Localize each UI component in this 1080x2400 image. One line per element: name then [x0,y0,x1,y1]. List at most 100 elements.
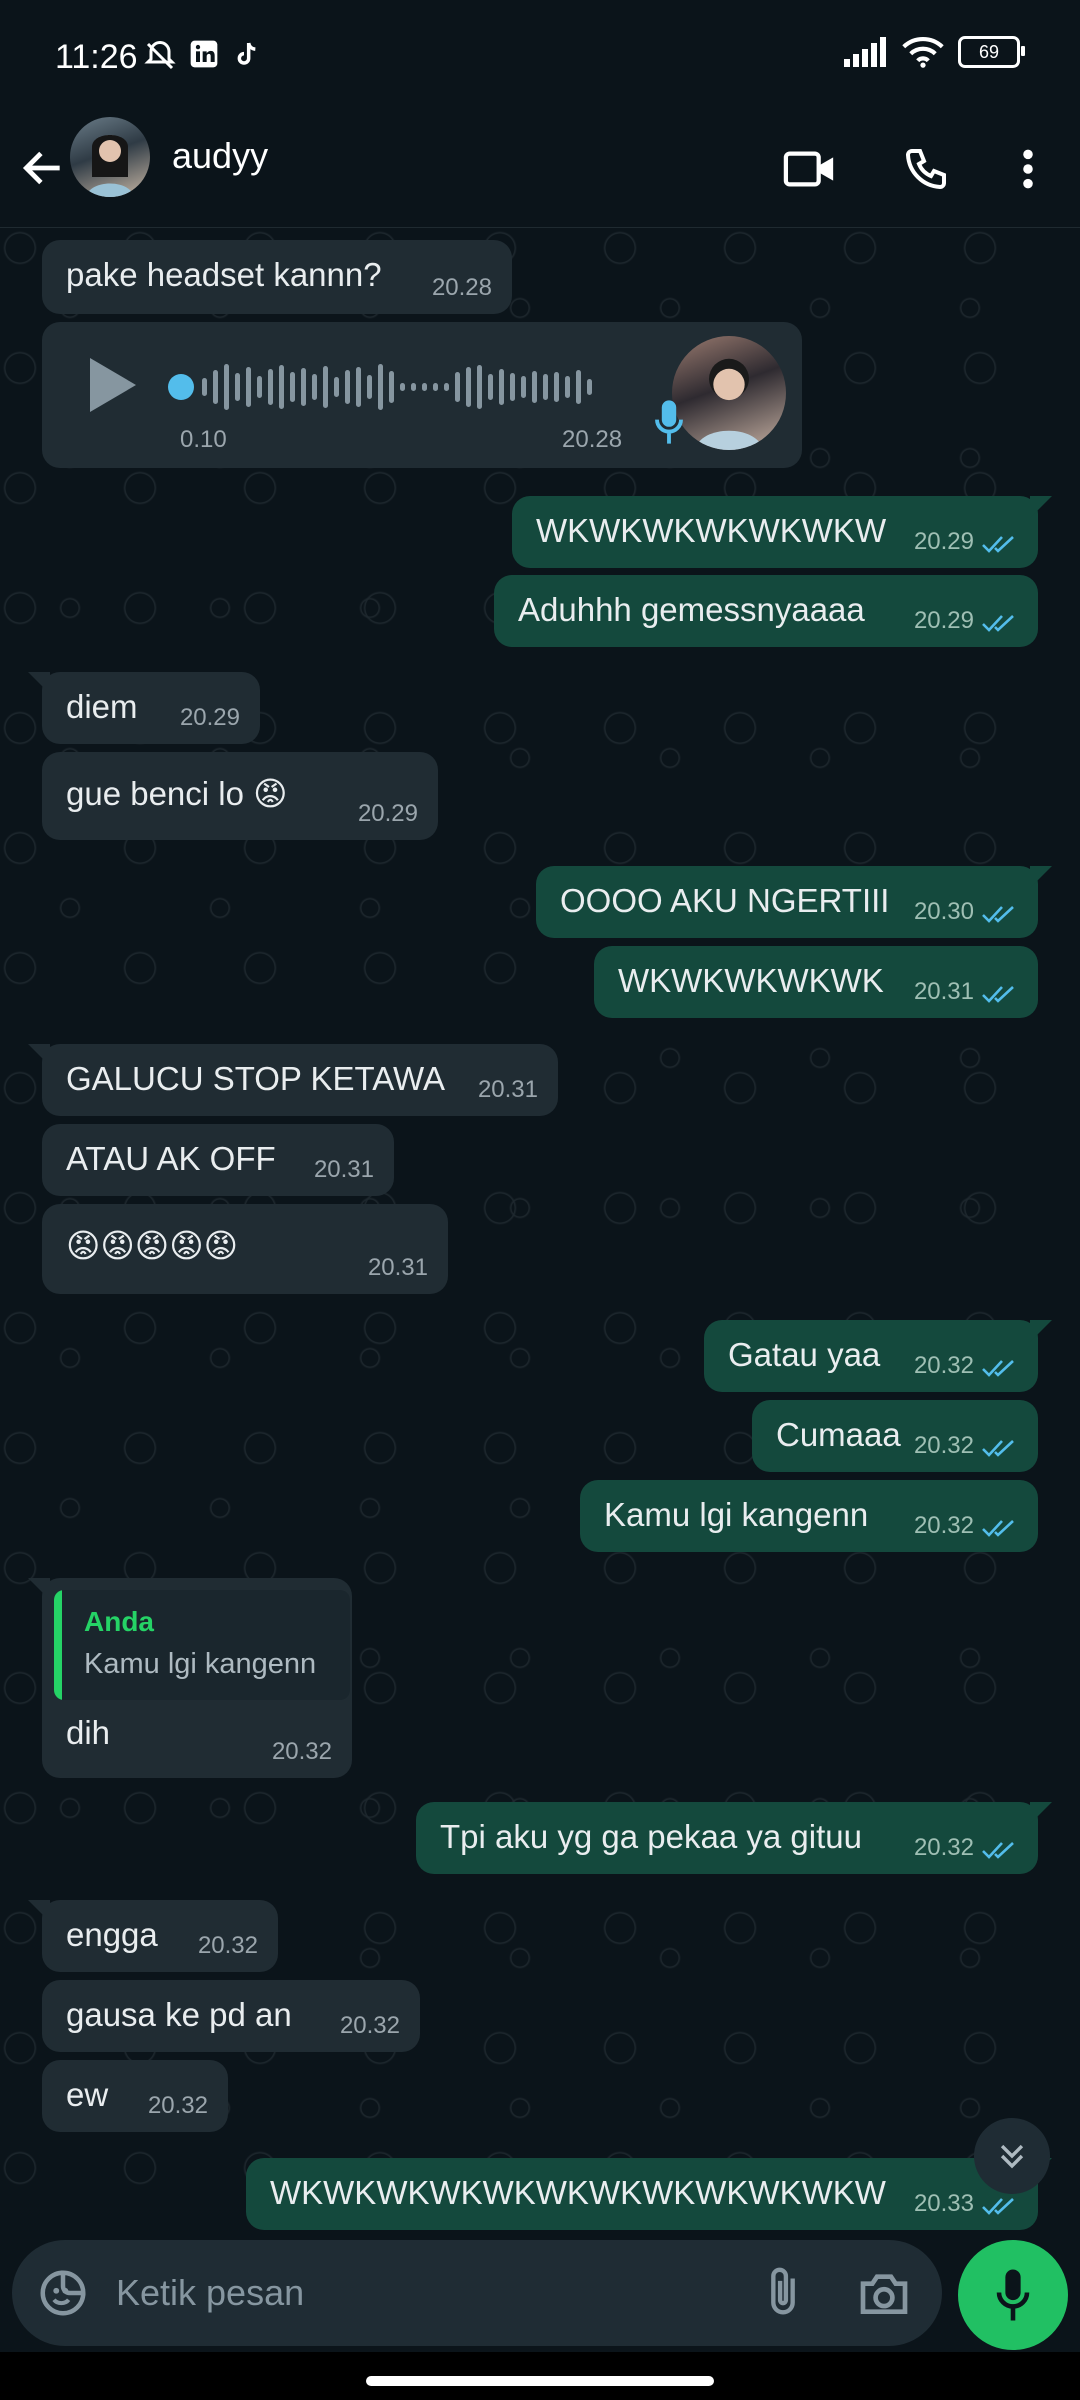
chat-header: audyy [0,115,1080,228]
message-time: 20.33 [913,2190,974,2217]
read-receipt-icon [982,986,1014,1003]
incoming-message[interactable]: pake headset kannn? 20.28 [42,240,512,314]
message-text: Kamu lgi kangenn [604,1496,869,1533]
double-chevron-down-icon [1000,2144,1024,2169]
message-time: 20.31 [913,978,974,1005]
microphone-icon [655,400,683,444]
message-time: 20.29 [357,800,418,827]
quote-sender: Anda [84,1606,154,1637]
record-voice-button[interactable] [958,2240,1068,2350]
message-time: 20.32 [913,1512,974,1539]
outgoing-message[interactable]: Kamu lgi kangenn 20.32 [580,1480,1038,1552]
message-time: 20.32 [913,1834,974,1861]
voice-waveform[interactable] [202,360,672,414]
status-left-icons [142,38,262,74]
incoming-message[interactable]: 😡😡😡😡😡 20.31 [42,1204,448,1294]
message-time: 20.29 [179,704,240,731]
outgoing-message[interactable]: WKWKWKWKWKWKWKWKWKWKWKW 20.33 [246,2158,1052,2230]
outgoing-message[interactable]: Cumaaa 20.32 [752,1400,1038,1472]
message-text: OOOO AKU NGERTIII [560,882,890,919]
battery-indicator: 69 [958,36,1025,68]
message-time: 20.30 [913,898,974,925]
voice-sender-avatar [672,336,786,450]
message-text: gue benci lo 😡 [66,775,288,812]
outgoing-message[interactable]: Aduhhh gemessnyaaaa 20.29 [494,575,1038,647]
read-receipt-icon [982,1360,1014,1377]
message-time: 20.31 [367,1254,428,1281]
message-text: Aduhhh gemessnyaaaa [518,591,865,628]
voice-elapsed: 0.10 [180,426,227,453]
message-time: 20.32 [339,2012,400,2039]
message-time: 20.32 [147,2092,208,2119]
outgoing-message[interactable]: OOOO AKU NGERTIII 20.30 [536,866,1052,938]
message-time: 20.32 [913,1432,974,1459]
message-composer: Ketik pesan [12,2240,942,2346]
quote-text: Kamu lgi kangenn [84,1648,317,1680]
wifi-icon [902,36,944,68]
voice-note-message[interactable]: 0.10 20.28 [42,322,802,468]
more-options-button[interactable] [998,139,1058,199]
outgoing-message[interactable]: Tpi aku yg ga pekaa ya gituu 20.32 [416,1802,1052,1874]
incoming-reply-message[interactable]: Anda Kamu lgi kangenn dih 20.32 [28,1578,352,1778]
quoted-message[interactable]: Anda Kamu lgi kangenn [54,1590,350,1700]
play-icon[interactable] [90,358,136,412]
message-text: 😡😡😡😡😡 [66,1227,239,1264]
incoming-message[interactable]: gue benci lo 😡 20.29 [42,752,438,840]
read-receipt-icon [982,1440,1014,1457]
message-text: WKWKWKWKWKWKWKWKWKWKWKW [270,2174,886,2211]
camera-icon[interactable] [856,2266,912,2320]
message-text: WKWKWKWKWKWKW [536,512,887,549]
voice-time: 20.28 [562,426,623,453]
incoming-message[interactable]: ew 20.32 [42,2060,228,2132]
incoming-message[interactable]: gausa ke pd an 20.32 [42,1980,420,2052]
back-arrow-icon[interactable] [18,143,68,193]
read-receipt-icon [982,615,1014,632]
message-time: 20.32 [913,1352,974,1379]
outgoing-message[interactable]: WKWKWKWKWK 20.31 [594,946,1038,1018]
read-receipt-icon [982,1520,1014,1537]
message-text: ew [66,2076,109,2113]
incoming-message[interactable]: engga 20.32 [28,1900,278,1972]
incoming-message[interactable]: diem 20.29 [28,672,260,744]
emoji-icon[interactable] [36,2266,90,2320]
contact-avatar[interactable] [70,117,150,197]
status-right-icons: 69 [842,36,1025,68]
message-time: 20.32 [271,1738,332,1765]
message-text: dih [66,1714,111,1751]
muted-bell-icon [144,40,176,70]
quote-accent-bar [54,1590,62,1700]
phone-icon [905,149,946,190]
message-text: Tpi aku yg ga pekaa ya gituu [440,1818,862,1855]
message-text: ATAU AK OFF [66,1140,276,1177]
message-text: diem [66,688,138,725]
video-camera-icon [783,151,834,187]
message-time: 20.28 [431,274,492,301]
outgoing-message[interactable]: WKWKWKWKWKWKW 20.29 [512,496,1052,568]
home-indicator[interactable] [366,2376,714,2386]
message-list[interactable]: pake headset kannn? 20.28 0.10 20.28 WKW… [0,228,1080,2230]
outgoing-message[interactable]: Gatau yaa 20.32 [704,1320,1052,1392]
message-text: WKWKWKWKWK [618,962,884,999]
message-time: 20.31 [477,1076,538,1103]
message-time: 20.29 [913,607,974,634]
contact-name[interactable]: audyy [172,135,268,177]
message-text: GALUCU STOP KETAWA [66,1060,445,1097]
incoming-message[interactable]: GALUCU STOP KETAWA 20.31 [28,1044,558,1116]
message-time: 20.29 [913,528,974,555]
voice-call-button[interactable] [896,139,956,199]
scroll-to-bottom-button[interactable] [974,2118,1050,2194]
playback-position-dot[interactable] [168,374,194,400]
microphone-icon [996,2269,1030,2321]
message-text: engga [66,1916,158,1953]
message-time: 20.31 [313,1156,374,1183]
paperclip-icon[interactable] [754,2264,812,2322]
read-receipt-icon [982,536,1014,553]
message-input[interactable]: Ketik pesan [116,2272,304,2314]
incoming-message[interactable]: ATAU AK OFF 20.31 [42,1124,394,1196]
read-receipt-icon [982,1842,1014,1859]
status-time: 11:26 [55,38,138,76]
system-navigation-bar [0,2352,1080,2400]
video-call-button[interactable] [780,139,840,199]
read-receipt-icon [982,906,1014,923]
tiktok-icon [237,42,256,65]
